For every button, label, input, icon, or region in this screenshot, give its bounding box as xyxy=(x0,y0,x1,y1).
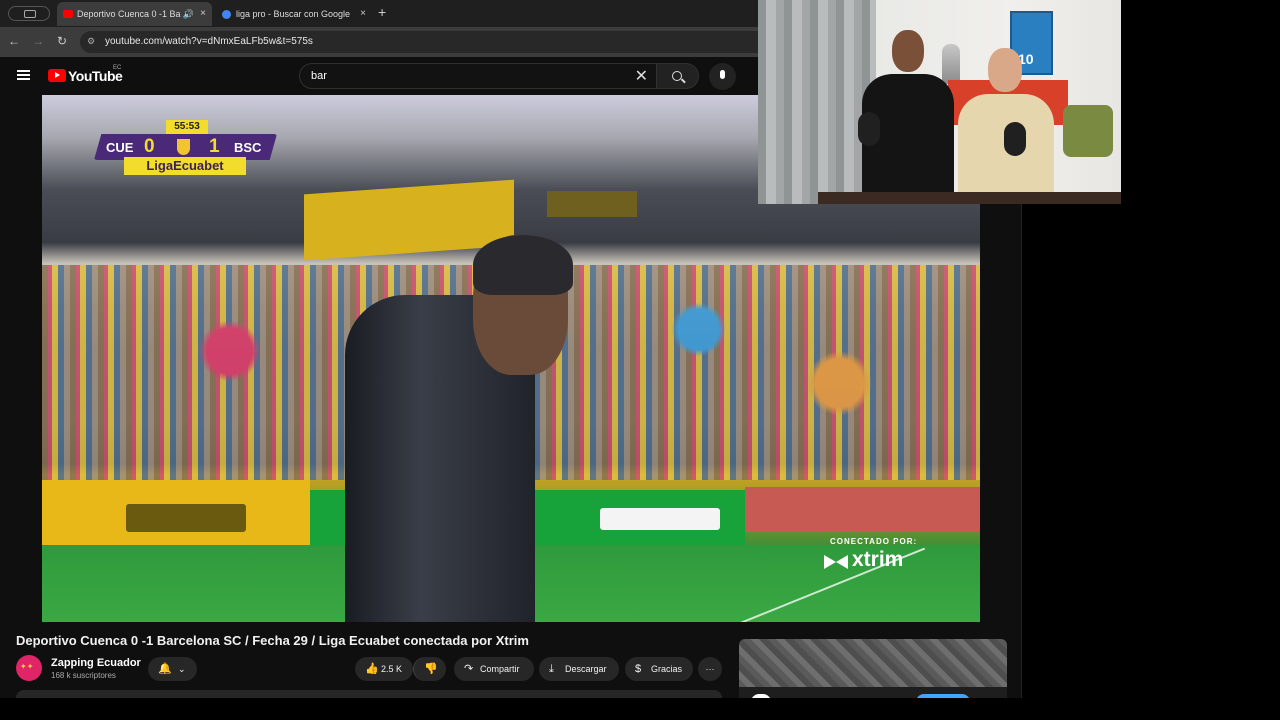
share-icon: ↷ xyxy=(464,663,474,675)
search-button[interactable] xyxy=(657,63,699,89)
sidebar-action-button[interactable] xyxy=(916,694,970,698)
download-label: Descargar xyxy=(565,664,607,674)
microphone-right-icon xyxy=(1004,122,1026,156)
tab-youtube-video[interactable]: Deportivo Cuenca 0 -1 Ba 🔊 × xyxy=(57,2,212,26)
ad-logo xyxy=(600,508,720,530)
coach-hair xyxy=(473,235,573,295)
ad-board-yellow xyxy=(42,480,310,555)
url-text[interactable]: youtube.com/watch?v=dNmxEaLFb5w&t=575s xyxy=(105,36,313,47)
share-button[interactable]: ↷ Compartir xyxy=(454,657,534,681)
channel-avatar[interactable] xyxy=(16,655,42,681)
match-timer: 55:53 xyxy=(166,120,208,134)
bell-icon: 🔔 xyxy=(158,663,172,675)
download-icon: ⤓ xyxy=(549,663,554,675)
search-query[interactable]: bar xyxy=(311,70,327,82)
menu-icon[interactable] xyxy=(17,70,30,80)
share-label: Compartir xyxy=(480,664,520,674)
like-count: 2.5 K xyxy=(381,664,403,674)
curtain xyxy=(758,0,876,204)
sidebar-thumbnail[interactable] xyxy=(739,639,1007,687)
thanks-label: Gracias xyxy=(651,664,683,674)
new-tab-button[interactable]: + xyxy=(378,4,386,20)
subscriber-count: 168 k suscriptores xyxy=(51,671,116,680)
thanks-icon: $ xyxy=(635,663,642,675)
ad-board-red xyxy=(745,487,980,532)
tab-overview-icon xyxy=(24,10,36,18)
tab-search-button[interactable] xyxy=(8,6,50,21)
site-info-icon[interactable]: ⚙ xyxy=(87,36,95,47)
league-crest-icon xyxy=(177,139,190,155)
description-box[interactable] xyxy=(16,690,722,698)
youtube-logo-icon[interactable] xyxy=(48,69,66,82)
chevron-down-icon: ⌄ xyxy=(178,664,186,674)
back-arrow-icon[interactable]: ← xyxy=(6,34,22,48)
xtrim-logo-icon xyxy=(824,555,848,569)
reload-icon[interactable]: ↻ xyxy=(54,34,70,48)
sponsor-tag: CONECTADO POR: xyxy=(830,537,918,546)
home-team: CUE xyxy=(106,140,134,155)
youtube-favicon-icon xyxy=(63,10,73,18)
voice-search-button[interactable] xyxy=(709,63,736,90)
search-icon xyxy=(672,71,682,81)
tab-title: liga pro - Buscar con Google xyxy=(236,9,351,19)
tab-google-search[interactable]: liga pro - Buscar con Google × xyxy=(216,2,372,26)
backpack xyxy=(1063,105,1113,157)
away-score: 1 xyxy=(209,136,220,157)
thumbs-down-icon: 👎 xyxy=(424,663,438,675)
desk xyxy=(818,192,1121,204)
speaker-icon[interactable]: 🔊 xyxy=(183,2,194,26)
webcam-overlay: 10 xyxy=(758,0,1121,204)
coach-figure xyxy=(345,235,573,622)
channel-name[interactable]: Zapping Ecuador xyxy=(51,657,141,669)
country-code: EC xyxy=(113,65,122,71)
microphone-icon xyxy=(720,70,725,79)
thanks-button[interactable]: $ Gracias xyxy=(625,657,693,681)
search-input[interactable]: bar ✕ xyxy=(299,63,657,89)
more-icon: ··· xyxy=(705,664,715,674)
microphone-left-icon xyxy=(858,112,880,146)
clear-search-icon[interactable]: ✕ xyxy=(635,66,648,86)
sponsor-name: xtrim xyxy=(852,548,904,571)
notifications-button[interactable]: 🔔 ⌄ xyxy=(148,657,197,681)
like-button[interactable]: 👍 2.5 K xyxy=(355,657,413,681)
stadium-banner-dark xyxy=(547,191,637,217)
tab-close-icon[interactable]: × xyxy=(200,2,206,26)
league-name: LigaEcuabet xyxy=(124,157,246,175)
download-button[interactable]: ⤓ Descargar xyxy=(539,657,619,681)
thumbs-up-icon: 👍 xyxy=(365,663,379,675)
person-left-head xyxy=(892,30,924,72)
tab-close-icon[interactable]: × xyxy=(360,2,366,26)
video-title: Deportivo Cuenca 0 -1 Barcelona SC / Fec… xyxy=(16,633,529,648)
away-team: BSC xyxy=(234,140,262,155)
forward-arrow-icon[interactable]: → xyxy=(30,34,46,48)
more-actions-button[interactable]: ··· xyxy=(698,657,722,681)
google-favicon-icon xyxy=(222,10,231,19)
tab-title: Deportivo Cuenca 0 -1 Ba xyxy=(77,9,181,19)
ad-logo xyxy=(126,504,246,532)
dislike-button[interactable]: 👎 xyxy=(413,657,446,681)
home-score: 0 xyxy=(144,136,155,157)
person-right-head xyxy=(988,48,1022,92)
